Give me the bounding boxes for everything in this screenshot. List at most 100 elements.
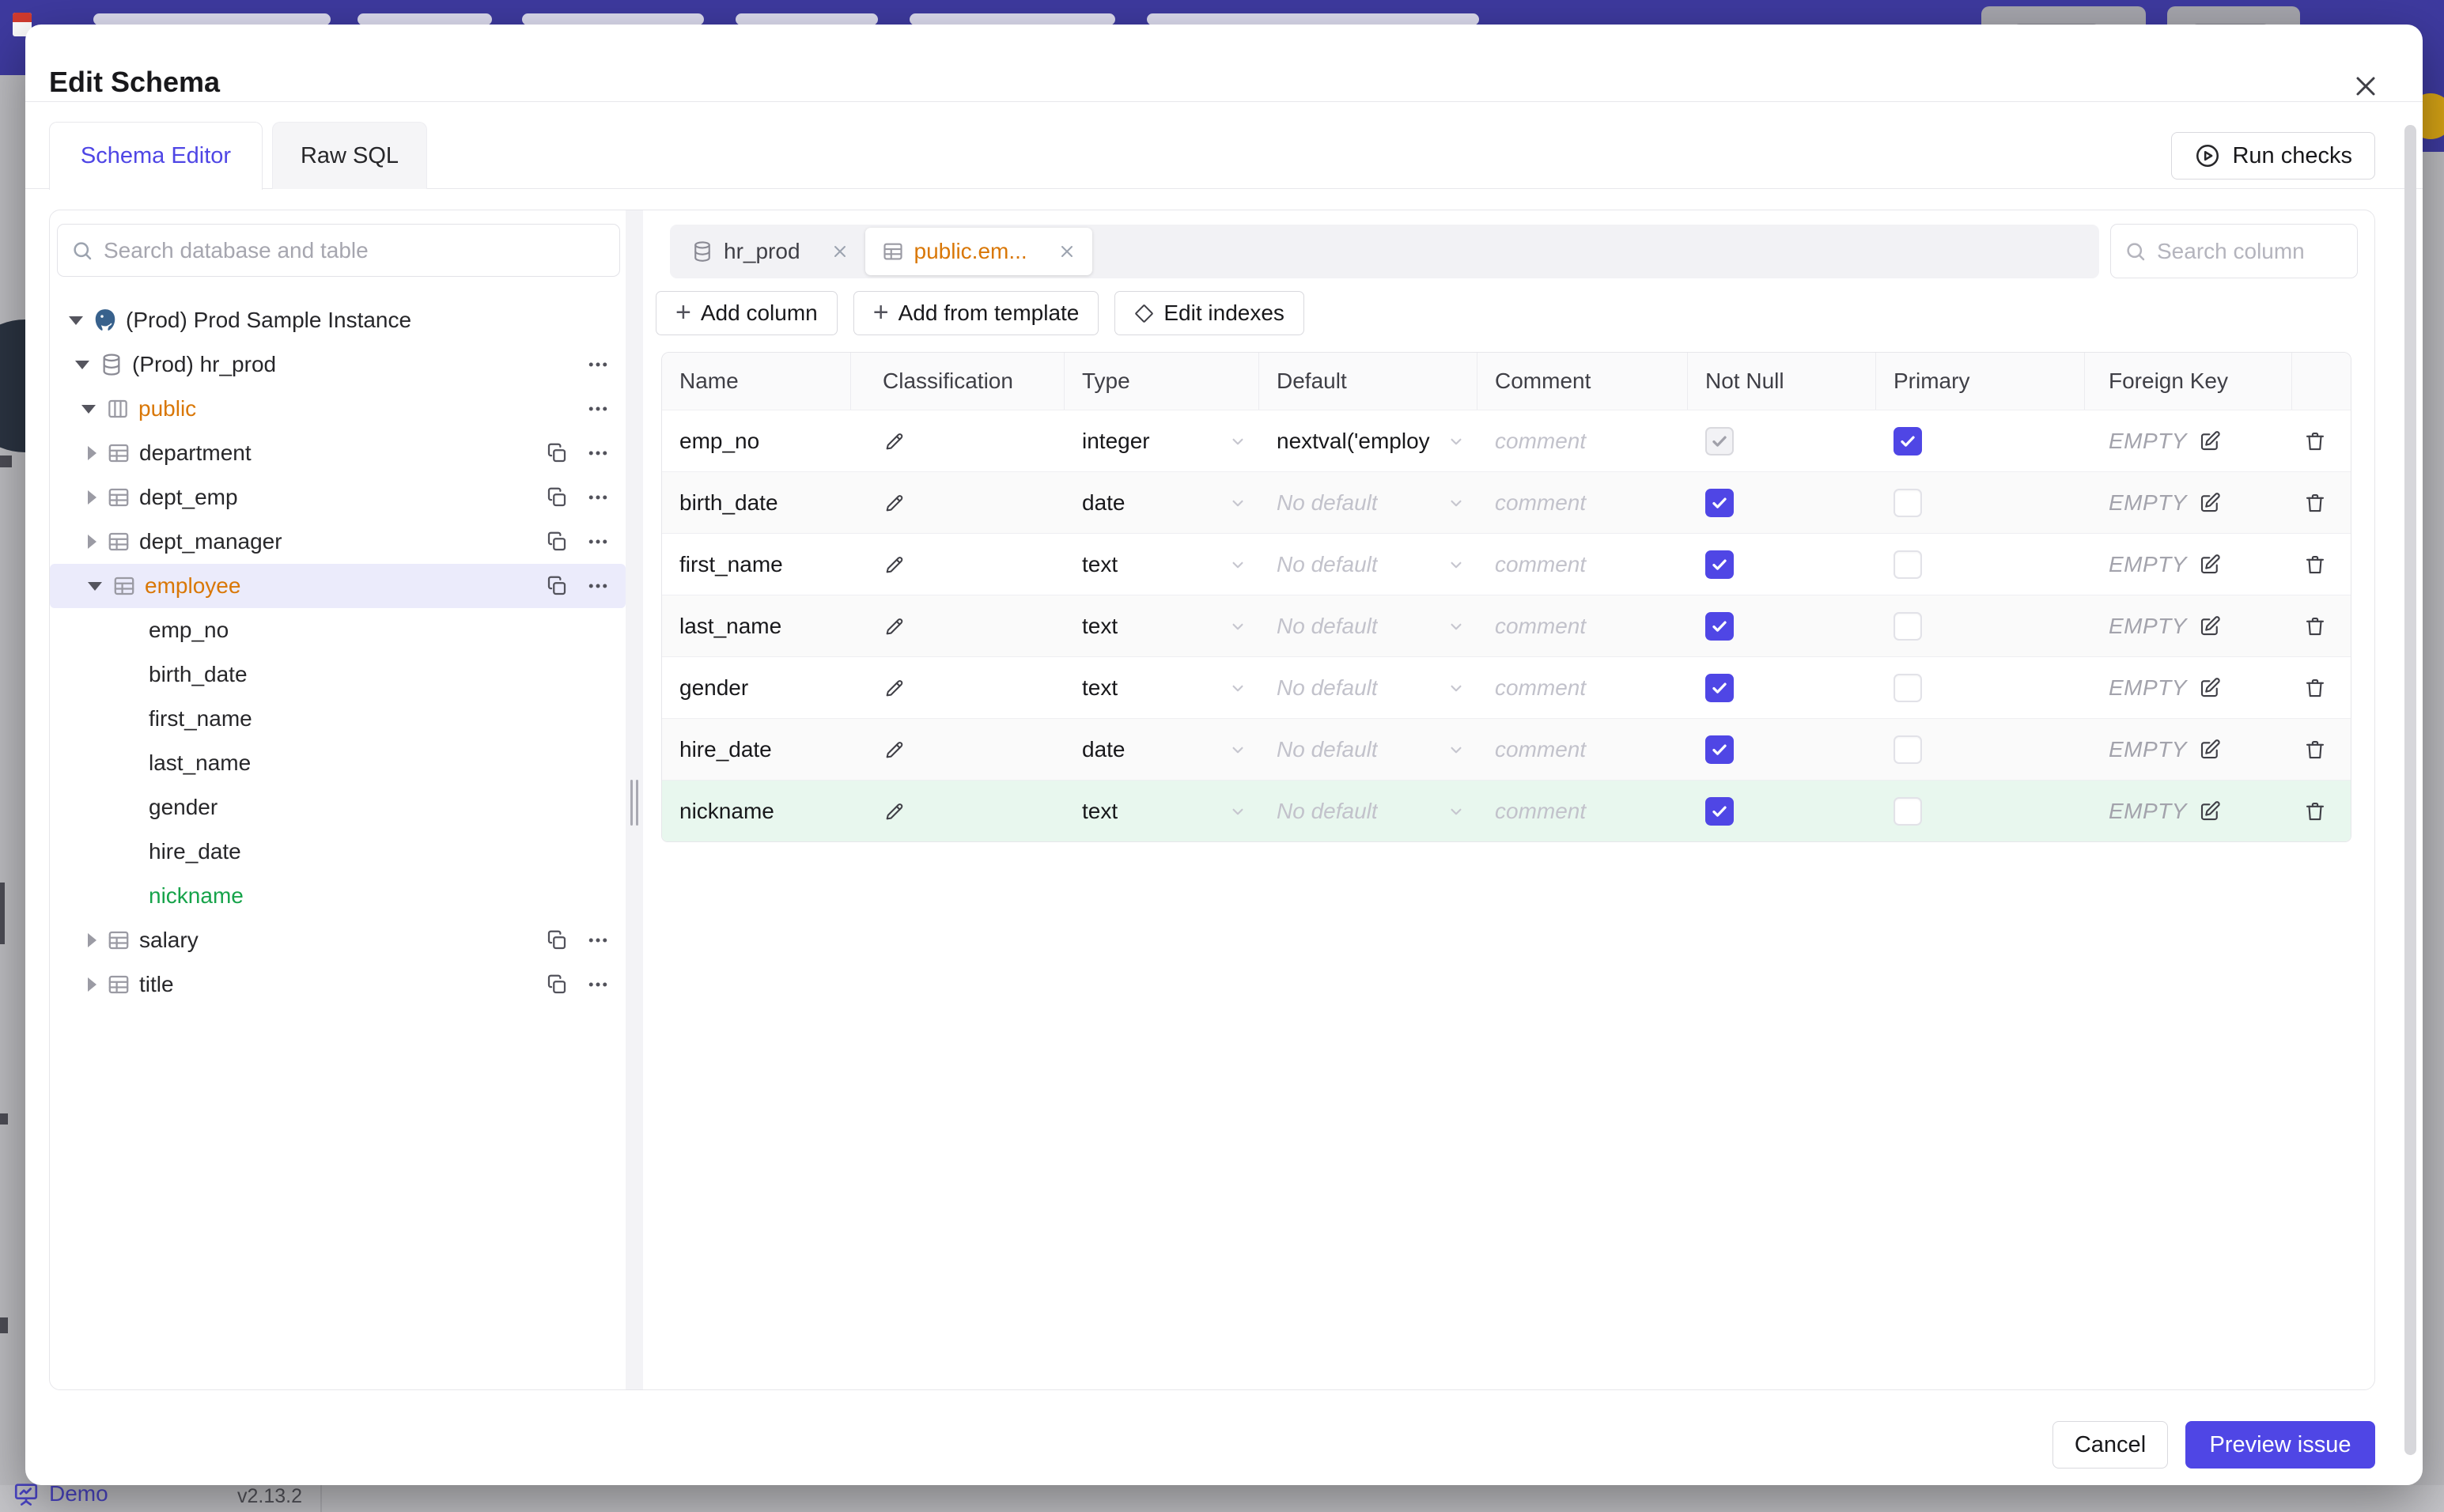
tree-item-emp_no[interactable]: emp_no xyxy=(50,608,626,652)
pencil-icon[interactable] xyxy=(883,614,906,638)
edit-foreign-key-icon[interactable] xyxy=(2198,491,2222,515)
primary-checkbox[interactable] xyxy=(1894,796,1922,826)
add-column-button[interactable]: + Add column xyxy=(656,291,838,335)
primary-checkbox[interactable] xyxy=(1894,488,1922,517)
tree-item-salary[interactable]: salary xyxy=(50,918,626,962)
modal-scrollbar[interactable] xyxy=(2404,125,2416,1455)
edit-foreign-key-icon[interactable] xyxy=(2198,676,2222,700)
run-checks-button[interactable]: Run checks xyxy=(2171,132,2375,180)
default-select[interactable]: nextval('employ xyxy=(1259,410,1477,471)
column-name[interactable]: birth_date xyxy=(662,472,851,533)
pencil-icon[interactable] xyxy=(883,429,906,453)
column-name[interactable]: nickname xyxy=(662,781,851,841)
type-select[interactable]: text xyxy=(1065,657,1259,718)
trash-icon[interactable] xyxy=(2303,738,2327,762)
type-select[interactable]: text xyxy=(1065,534,1259,595)
trash-icon[interactable] xyxy=(2303,614,2327,638)
not-null-checkbox[interactable] xyxy=(1705,426,1734,455)
copy-icon[interactable] xyxy=(545,928,569,952)
comment-input[interactable]: comment xyxy=(1477,657,1688,718)
caret-down-icon[interactable] xyxy=(88,581,102,591)
pencil-icon[interactable] xyxy=(883,676,906,700)
caret-down-icon[interactable] xyxy=(81,404,96,414)
editor-tab-public-em-[interactable]: public.em... xyxy=(864,228,1092,275)
edit-foreign-key-icon[interactable] xyxy=(2198,429,2222,453)
not-null-checkbox[interactable] xyxy=(1705,673,1734,702)
default-select[interactable]: No default xyxy=(1259,595,1477,656)
column-name[interactable]: hire_date xyxy=(662,719,851,780)
pencil-icon[interactable] xyxy=(883,553,906,576)
more-options-icon[interactable] xyxy=(586,353,610,376)
pencil-icon[interactable] xyxy=(883,738,906,762)
trash-icon[interactable] xyxy=(2303,676,2327,700)
caret-down-icon[interactable] xyxy=(75,360,89,369)
caret-right-icon[interactable] xyxy=(88,977,96,992)
tree-item--prod-prod-sample-instance[interactable]: (Prod) Prod Sample Instance xyxy=(50,298,626,342)
not-null-checkbox[interactable] xyxy=(1705,550,1734,579)
caret-right-icon[interactable] xyxy=(88,535,96,549)
pencil-icon[interactable] xyxy=(883,491,906,515)
caret-right-icon[interactable] xyxy=(88,446,96,460)
add-from-template-button[interactable]: + Add from template xyxy=(853,291,1099,335)
column-name[interactable]: first_name xyxy=(662,534,851,595)
edit-foreign-key-icon[interactable] xyxy=(2198,553,2222,576)
more-options-icon[interactable] xyxy=(586,486,610,509)
cancel-button[interactable]: Cancel xyxy=(2052,1421,2168,1469)
tree-search-input[interactable] xyxy=(104,237,607,263)
type-select[interactable]: date xyxy=(1065,719,1259,780)
close-tab-icon[interactable] xyxy=(1057,242,1076,261)
close-icon[interactable] xyxy=(2350,70,2382,102)
tab-raw-sql[interactable]: Raw SQL xyxy=(272,122,427,189)
more-options-icon[interactable] xyxy=(586,574,610,598)
caret-down-icon[interactable] xyxy=(69,316,83,325)
tab-schema-editor[interactable]: Schema Editor xyxy=(49,122,263,190)
tree-item-title[interactable]: title xyxy=(50,962,626,1007)
not-null-checkbox[interactable] xyxy=(1705,488,1734,517)
close-tab-icon[interactable] xyxy=(830,242,849,261)
more-options-icon[interactable] xyxy=(586,973,610,996)
panel-splitter[interactable] xyxy=(626,210,643,1389)
comment-input[interactable]: comment xyxy=(1477,534,1688,595)
primary-checkbox[interactable] xyxy=(1894,611,1922,641)
more-options-icon[interactable] xyxy=(586,397,610,421)
trash-icon[interactable] xyxy=(2303,799,2327,823)
copy-icon[interactable] xyxy=(545,486,569,509)
tree-item--prod-hr_prod[interactable]: (Prod) hr_prod xyxy=(50,342,626,387)
not-null-checkbox[interactable] xyxy=(1705,735,1734,764)
copy-icon[interactable] xyxy=(545,441,569,465)
tree-item-nickname[interactable]: nickname xyxy=(50,874,626,918)
not-null-checkbox[interactable] xyxy=(1705,796,1734,826)
tree-item-dept_manager[interactable]: dept_manager xyxy=(50,520,626,564)
pencil-icon[interactable] xyxy=(883,799,906,823)
comment-input[interactable]: comment xyxy=(1477,595,1688,656)
primary-checkbox[interactable] xyxy=(1894,550,1922,579)
edit-indexes-button[interactable]: Edit indexes xyxy=(1114,291,1304,335)
trash-icon[interactable] xyxy=(2303,429,2327,453)
preview-issue-button[interactable]: Preview issue xyxy=(2185,1421,2375,1469)
tree-item-hire_date[interactable]: hire_date xyxy=(50,830,626,874)
tree-item-department[interactable]: department xyxy=(50,431,626,475)
default-select[interactable]: No default xyxy=(1259,657,1477,718)
edit-foreign-key-icon[interactable] xyxy=(2198,738,2222,762)
caret-right-icon[interactable] xyxy=(88,933,96,947)
tree-item-dept_emp[interactable]: dept_emp xyxy=(50,475,626,520)
caret-right-icon[interactable] xyxy=(88,490,96,505)
comment-input[interactable]: comment xyxy=(1477,472,1688,533)
type-select[interactable]: text xyxy=(1065,595,1259,656)
comment-input[interactable]: comment xyxy=(1477,781,1688,841)
default-select[interactable]: No default xyxy=(1259,719,1477,780)
tree-item-employee[interactable]: employee xyxy=(50,564,626,608)
column-search-input[interactable] xyxy=(2157,238,2344,264)
type-select[interactable]: integer xyxy=(1065,410,1259,471)
edit-foreign-key-icon[interactable] xyxy=(2198,799,2222,823)
more-options-icon[interactable] xyxy=(586,441,610,465)
comment-input[interactable]: comment xyxy=(1477,719,1688,780)
tree-item-gender[interactable]: gender xyxy=(50,785,626,830)
tree-item-first_name[interactable]: first_name xyxy=(50,697,626,741)
default-select[interactable]: No default xyxy=(1259,534,1477,595)
column-name[interactable]: emp_no xyxy=(662,410,851,471)
more-options-icon[interactable] xyxy=(586,928,610,952)
column-name[interactable]: gender xyxy=(662,657,851,718)
type-select[interactable]: text xyxy=(1065,781,1259,841)
trash-icon[interactable] xyxy=(2303,491,2327,515)
